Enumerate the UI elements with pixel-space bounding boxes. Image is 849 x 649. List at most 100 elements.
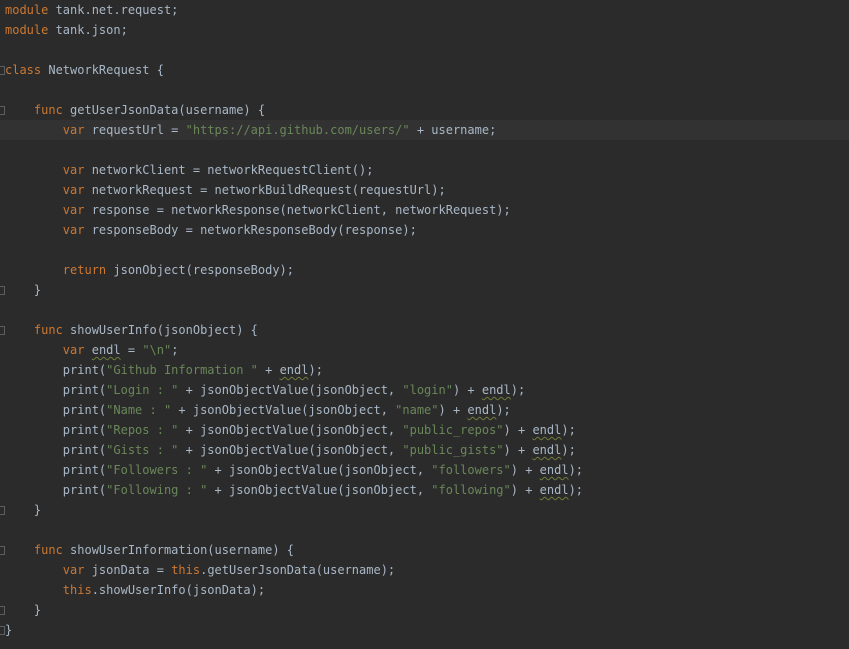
code-line[interactable]: var response = networkResponse(networkCl… — [0, 200, 849, 220]
code-token: networkRequest = networkBuildRequest(req… — [84, 183, 446, 197]
code-text: var networkClient = networkRequestClient… — [5, 160, 374, 180]
string-token: "public_repos" — [402, 423, 504, 437]
code-line[interactable]: print("Followers : " + jsonObjectValue(j… — [0, 460, 849, 480]
code-line[interactable]: var endl = "\n"; — [0, 340, 849, 360]
typo-token: endl — [91, 343, 121, 357]
code-text: print("Name : " + jsonObjectValue(jsonOb… — [5, 400, 511, 420]
code-token: networkClient = networkRequestClient(); — [84, 163, 374, 177]
code-line[interactable]: print("Github Information " + endl); — [0, 360, 849, 380]
code-line[interactable] — [0, 240, 849, 260]
code-line[interactable]: } — [0, 600, 849, 620]
string-token: "login" — [402, 383, 453, 397]
keyword-token: module — [5, 23, 49, 37]
code-line[interactable]: var requestUrl = "https://api.github.com… — [0, 120, 849, 140]
keyword-token: var — [62, 183, 85, 197]
string-token: "Name : " — [106, 403, 172, 417]
code-text: print("Repos : " + jsonObjectValue(jsonO… — [5, 420, 576, 440]
code-token: + jsonObjectValue(jsonObject, — [178, 423, 403, 437]
code-line[interactable]: func showUserInfo(jsonObject) { — [0, 320, 849, 340]
typo-token: endl — [467, 403, 497, 417]
code-line[interactable]: func getUserJsonData(username) { — [0, 100, 849, 120]
code-line[interactable]: return jsonObject(responseBody); — [0, 260, 849, 280]
code-line[interactable]: var responseBody = networkResponseBody(r… — [0, 220, 849, 240]
typo-token: endl — [481, 383, 511, 397]
code-text: var endl = "\n"; — [5, 340, 179, 360]
code-line[interactable]: var networkRequest = networkBuildRequest… — [0, 180, 849, 200]
code-text: module tank.json; — [5, 20, 128, 40]
code-token: ); — [496, 403, 511, 417]
code-text: } — [5, 620, 12, 640]
code-token: ) + — [510, 483, 540, 497]
string-token: "Github Information " — [106, 363, 258, 377]
string-token: "followers" — [431, 463, 511, 477]
code-token: print( — [5, 423, 107, 437]
string-token: "name" — [395, 403, 439, 417]
string-token: "Following : " — [106, 483, 208, 497]
string-token: "\n" — [142, 343, 172, 357]
code-text: var requestUrl = "https://api.github.com… — [5, 120, 497, 140]
code-line[interactable]: this.showUserInfo(jsonData); — [0, 580, 849, 600]
code-token: response = networkResponse(networkClient… — [84, 203, 511, 217]
keyword-token: var — [62, 223, 85, 237]
code-text: print("Github Information " + endl); — [5, 360, 323, 380]
code-text: this.showUserInfo(jsonData); — [5, 580, 265, 600]
code-token: ); — [510, 383, 526, 397]
code-token: ) + — [438, 403, 468, 417]
code-editor[interactable]: module tank.net.request; module tank.json… — [0, 0, 849, 649]
code-line[interactable]: } — [0, 280, 849, 300]
code-line[interactable]: module tank.json; — [0, 20, 849, 40]
keyword-token: var — [62, 163, 85, 177]
code-line[interactable] — [0, 140, 849, 160]
code-token: + jsonObjectValue(jsonObject, — [207, 463, 432, 477]
code-text: module tank.net.request; — [5, 0, 178, 20]
code-line[interactable]: print("Gists : " + jsonObjectValue(jsonO… — [0, 440, 849, 460]
code-line[interactable]: print("Login : " + jsonObjectValue(jsonO… — [0, 380, 849, 400]
code-line[interactable]: class NetworkRequest { — [0, 60, 849, 80]
code-token: ); — [561, 443, 576, 457]
code-token: + jsonObjectValue(jsonObject, — [171, 403, 396, 417]
code-line[interactable] — [0, 80, 849, 100]
string-token: "following" — [431, 483, 511, 497]
code-line[interactable]: print("Following : " + jsonObjectValue(j… — [0, 480, 849, 500]
keyword-token: this — [171, 563, 201, 577]
code-line[interactable]: print("Repos : " + jsonObjectValue(jsonO… — [0, 420, 849, 440]
code-token: ) + — [503, 443, 533, 457]
keyword-token: var — [62, 563, 85, 577]
code-line[interactable] — [0, 520, 849, 540]
typo-token: endl — [539, 483, 569, 497]
code-token: print( — [5, 443, 107, 457]
code-token: showUserInformation(username) { — [62, 543, 294, 557]
code-line[interactable] — [0, 300, 849, 320]
code-token: } — [5, 283, 42, 297]
code-token: responseBody = networkResponseBody(respo… — [84, 223, 417, 237]
code-token: + jsonObjectValue(jsonObject, — [207, 483, 432, 497]
code-line[interactable]: print("Name : " + jsonObjectValue(jsonOb… — [0, 400, 849, 420]
string-token: "Login : " — [106, 383, 179, 397]
code-line[interactable]: } — [0, 500, 849, 520]
code-token: ) + — [510, 463, 540, 477]
code-line[interactable]: var jsonData = this.getUserJsonData(user… — [0, 560, 849, 580]
code-line[interactable]: func showUserInformation(username) { — [0, 540, 849, 560]
code-text: var jsonData = this.getUserJsonData(user… — [5, 560, 395, 580]
code-line[interactable]: } — [0, 620, 849, 640]
code-text: } — [5, 500, 41, 520]
code-token: ) + — [452, 383, 482, 397]
code-line[interactable] — [0, 40, 849, 60]
code-text: var networkRequest = networkBuildRequest… — [5, 180, 446, 200]
code-text: func showUserInfo(jsonObject) { — [5, 320, 258, 340]
code-text: var response = networkResponse(networkCl… — [5, 200, 511, 220]
code-text: print("Login : " + jsonObjectValue(jsonO… — [5, 380, 525, 400]
code-token: = — [120, 343, 143, 357]
code-text: } — [5, 600, 41, 620]
code-line[interactable]: var networkClient = networkRequestClient… — [0, 160, 849, 180]
code-token: print( — [5, 403, 107, 417]
code-line[interactable]: module tank.net.request; — [0, 0, 849, 20]
